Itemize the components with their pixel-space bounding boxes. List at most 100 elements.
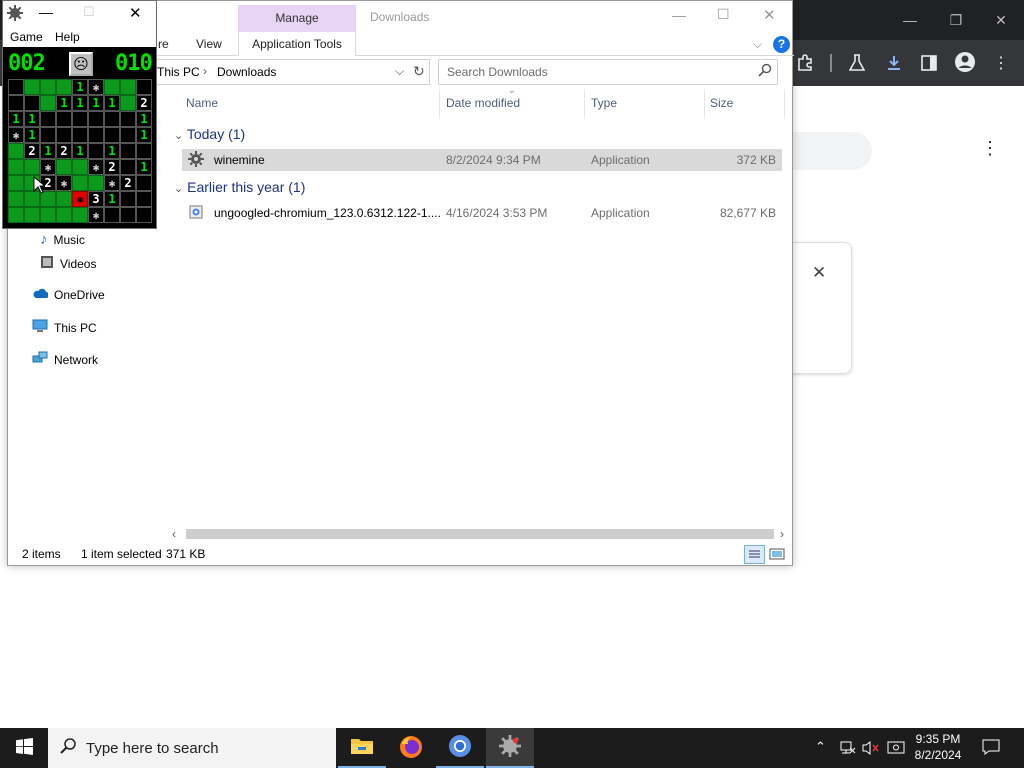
mine-cell-open[interactable] xyxy=(136,207,152,223)
mine-cell-open[interactable] xyxy=(104,207,120,223)
mine-cell-mine[interactable]: ✱ xyxy=(88,207,104,223)
scrollbar-thumb[interactable] xyxy=(186,529,774,539)
mine-cell-number[interactable]: 2 xyxy=(104,159,120,175)
search-input[interactable]: Search Downloads xyxy=(438,59,778,85)
minefield-grid[interactable]: 1 ✱ 1 1 1 1 2 1 1 1 ✱ 1 1 2 1 2 1 1 ✱ ✱ 2 1 2 ✱ ✱ 2 ✱ 3 1 ✱ xyxy=(8,79,152,223)
browser-search-pill[interactable] xyxy=(792,132,872,170)
mine-cell-number[interactable]: 1 xyxy=(104,95,120,111)
mine-cell-open[interactable] xyxy=(8,95,24,111)
address-dropdown-icon[interactable]: ⌵ xyxy=(395,64,404,79)
close-icon[interactable]: ✕ xyxy=(986,5,1016,35)
scroll-left-icon[interactable]: ‹ xyxy=(172,527,176,541)
mine-cell-number[interactable]: 2 xyxy=(120,175,136,191)
minimize-icon[interactable]: — xyxy=(895,5,925,35)
mine-cell-open[interactable] xyxy=(120,111,136,127)
mine-cell-mine[interactable]: ✱ xyxy=(88,79,104,95)
tab-view[interactable]: View xyxy=(196,32,222,56)
mine-cell-mine[interactable]: ✱ xyxy=(56,175,72,191)
mine-cell-hidden[interactable] xyxy=(120,79,136,95)
notification-center-icon[interactable] xyxy=(982,739,1000,758)
close-icon[interactable]: ✕ xyxy=(763,6,776,24)
ribbon-expand-icon[interactable]: ⌵ xyxy=(753,32,762,56)
mine-cell-mine[interactable]: ✱ xyxy=(104,175,120,191)
clock[interactable]: 9:35 PM 8/2/2024 xyxy=(914,731,962,763)
group-collapse-icon[interactable]: ⌄ xyxy=(174,183,183,195)
mine-cell-hidden[interactable] xyxy=(56,191,72,207)
group-header-earlier[interactable]: ⌄ Earlier this year (1) xyxy=(174,179,305,195)
mine-cell-open[interactable] xyxy=(120,191,136,207)
download-icon[interactable] xyxy=(883,52,905,74)
help-icon[interactable]: ? xyxy=(773,36,790,53)
mine-cell-hidden[interactable] xyxy=(104,79,120,95)
mine-cell-number[interactable]: 1 xyxy=(136,159,152,175)
start-button[interactable] xyxy=(0,728,48,768)
mine-cell-hidden[interactable] xyxy=(56,79,72,95)
mine-cell-open[interactable] xyxy=(120,143,136,159)
taskbar-search-box[interactable]: Type here to search xyxy=(48,728,336,768)
mine-cell-number[interactable]: 1 xyxy=(24,111,40,127)
mine-cell-hidden[interactable] xyxy=(40,79,56,95)
mine-cell-number[interactable]: 1 xyxy=(8,111,24,127)
extensions-icon[interactable] xyxy=(794,52,816,74)
mine-cell-hidden[interactable] xyxy=(40,207,56,223)
mine-cell-hidden[interactable] xyxy=(88,175,104,191)
mine-cell-open[interactable] xyxy=(120,207,136,223)
mine-cell-hidden[interactable] xyxy=(56,159,72,175)
smiley-reset-button[interactable]: ☹ xyxy=(69,52,93,76)
mine-cell-open[interactable] xyxy=(104,111,120,127)
mine-cell-hidden[interactable] xyxy=(72,159,88,175)
mine-cell-number[interactable]: 2 xyxy=(56,143,72,159)
mine-cell-number[interactable]: 1 xyxy=(136,111,152,127)
mine-cell-hidden[interactable] xyxy=(8,175,24,191)
volume-muted-icon[interactable] xyxy=(862,740,880,759)
mine-cell-open[interactable] xyxy=(136,79,152,95)
mine-cell-number[interactable]: 1 xyxy=(72,95,88,111)
mine-cell-number[interactable]: 1 xyxy=(104,143,120,159)
column-divider[interactable] xyxy=(439,89,440,119)
mine-cell-open[interactable] xyxy=(40,127,56,143)
network-status-icon[interactable] xyxy=(838,740,856,759)
mine-cell-number[interactable]: 1 xyxy=(88,95,104,111)
column-name[interactable]: Name xyxy=(186,96,218,110)
dialog-close-icon[interactable]: ✕ xyxy=(812,263,826,283)
taskbar-file-explorer[interactable] xyxy=(338,728,386,768)
nav-item-network[interactable]: Network xyxy=(32,351,98,368)
mine-cell-open[interactable] xyxy=(88,143,104,159)
mine-cell-hidden[interactable] xyxy=(8,191,24,207)
mine-cell-hidden[interactable] xyxy=(24,159,40,175)
mine-cell-open[interactable] xyxy=(56,127,72,143)
column-divider[interactable] xyxy=(584,89,585,119)
column-divider[interactable] xyxy=(704,89,705,119)
mine-cell-number[interactable]: 1 xyxy=(72,143,88,159)
nav-item-onedrive[interactable]: OneDrive xyxy=(32,287,105,302)
mine-cell-number[interactable]: 3 xyxy=(88,191,104,207)
labs-flask-icon[interactable] xyxy=(846,52,868,74)
mine-cell-open[interactable] xyxy=(24,95,40,111)
mine-cell-open[interactable] xyxy=(72,127,88,143)
taskbar-minesweeper[interactable] xyxy=(486,728,534,768)
mine-cell-open[interactable] xyxy=(88,111,104,127)
mine-cell-mine[interactable]: ✱ xyxy=(8,127,24,143)
file-row[interactable]: ungoogled-chromium_123.0.6312.122-1.... … xyxy=(182,202,782,224)
breadcrumb-downloads[interactable]: Downloads xyxy=(217,65,276,79)
menu-game[interactable]: Game xyxy=(10,30,43,44)
mine-cell-hidden[interactable] xyxy=(40,95,56,111)
mine-cell-number[interactable]: 1 xyxy=(40,143,56,159)
tab-manage[interactable]: Manage xyxy=(238,5,356,32)
column-date-modified[interactable]: Date modified xyxy=(446,96,520,110)
taskbar-firefox[interactable] xyxy=(387,728,435,768)
mine-cell-open[interactable] xyxy=(88,127,104,143)
nav-item-videos[interactable]: Videos xyxy=(40,255,96,272)
mine-cell-open[interactable] xyxy=(136,143,152,159)
mine-cell-number[interactable]: 1 xyxy=(104,191,120,207)
mine-cell-number[interactable]: 1 xyxy=(24,127,40,143)
mine-cell-exploded[interactable]: ✱ xyxy=(72,191,88,207)
profile-avatar-icon[interactable] xyxy=(954,51,976,73)
show-hidden-icons-icon[interactable]: ⌃ xyxy=(815,739,826,755)
mine-cell-number[interactable]: 1 xyxy=(56,95,72,111)
nav-item-this-pc[interactable]: This PC xyxy=(32,319,97,336)
column-type[interactable]: Type xyxy=(591,96,617,110)
side-panel-icon[interactable] xyxy=(918,52,940,74)
mine-cell-hidden[interactable] xyxy=(8,143,24,159)
column-divider[interactable] xyxy=(784,89,785,119)
